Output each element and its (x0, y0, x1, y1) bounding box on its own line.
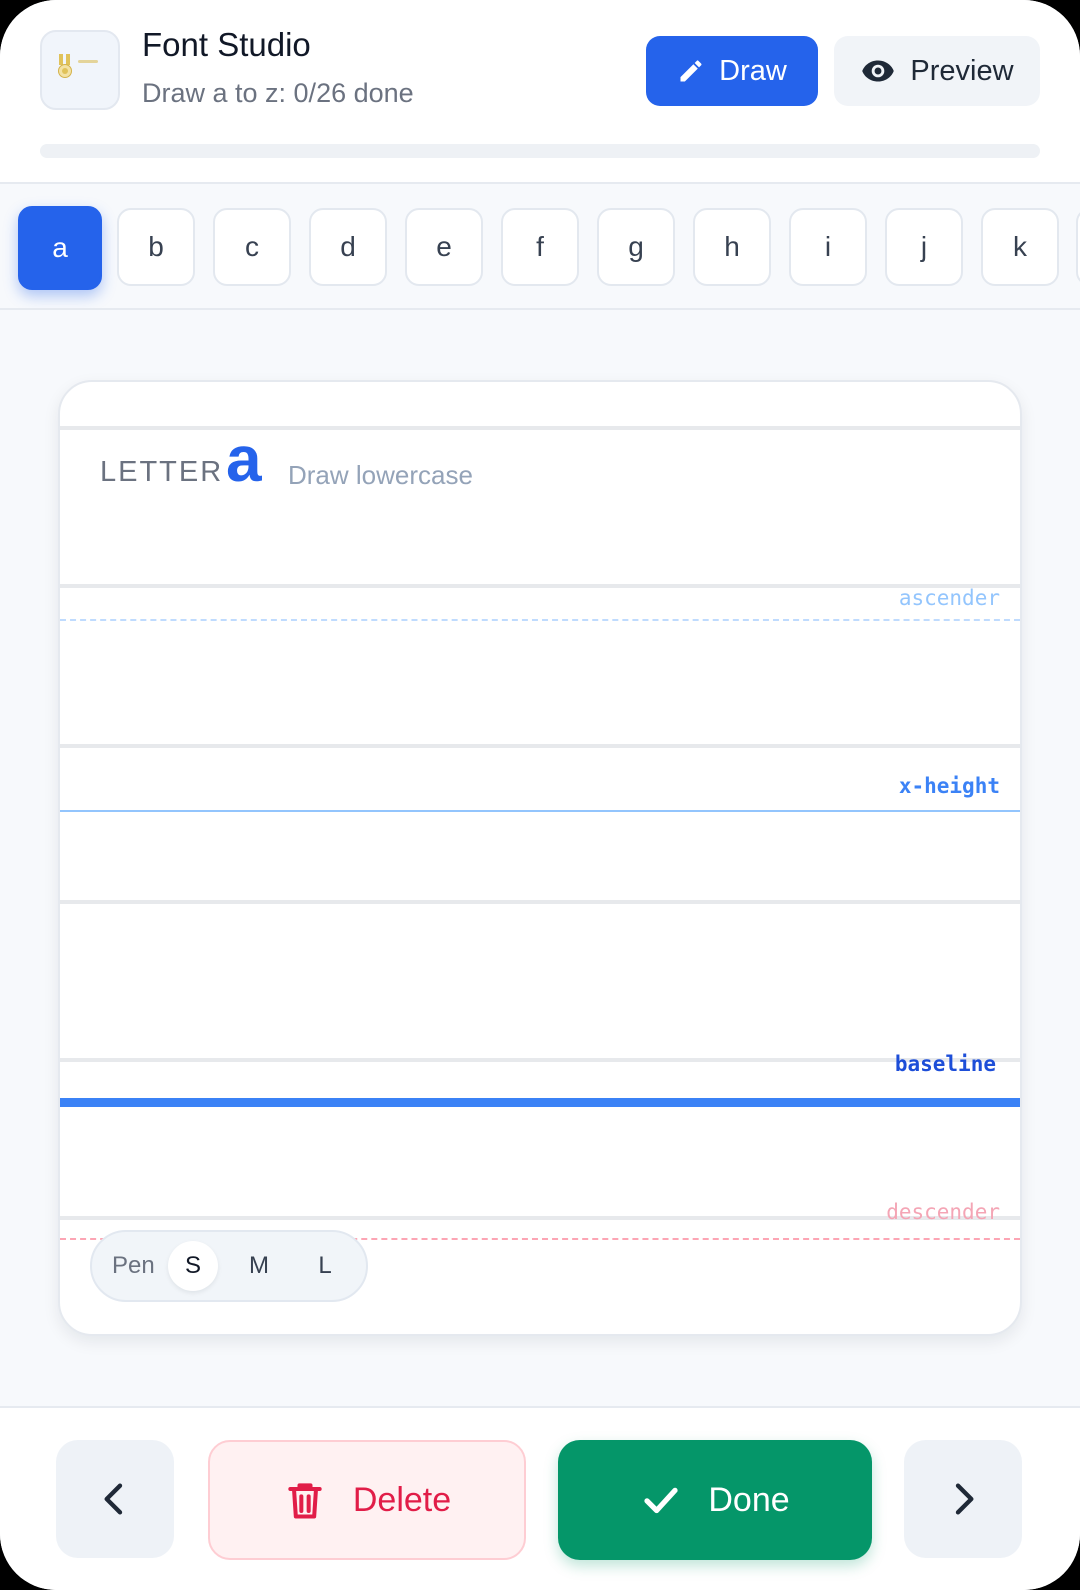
preview-button-label: Preview (910, 54, 1014, 87)
delete-button-label: Delete (352, 1480, 452, 1519)
letter-label: LETTER (100, 456, 224, 488)
chevron-right-icon (955, 1483, 974, 1515)
pen-size-medium[interactable]: M (234, 1241, 284, 1291)
font-studio-app: Font Studio Draw a to z: 0/26 done Draw … (0, 0, 1080, 1590)
letter-selector: abcdefghijk (0, 186, 1080, 310)
progress-bar (40, 144, 1040, 158)
trash-icon (288, 1483, 322, 1519)
ascender-line (60, 619, 1020, 621)
x-height-line (60, 810, 1020, 812)
letter-tab-g[interactable]: g (597, 208, 675, 286)
current-letter: a (226, 423, 262, 495)
app-title: Font Studio (142, 26, 311, 63)
header: Font Studio Draw a to z: 0/26 done Draw … (0, 0, 1080, 184)
letter-tab-j[interactable]: j (885, 208, 963, 286)
progress-subtitle: Draw a to z: 0/26 done (142, 78, 414, 108)
eye-icon (862, 60, 895, 82)
medal-icon (58, 54, 72, 78)
footer-toolbar: Delete Done (0, 1406, 1080, 1590)
letter-tab-d[interactable]: d (309, 208, 387, 286)
app-icon-detail (78, 60, 98, 63)
pen-size-small[interactable]: S (168, 1241, 218, 1291)
pencil-icon (680, 60, 702, 82)
pen-label: Pen (112, 1252, 155, 1279)
letter-tab-overflow[interactable] (1076, 208, 1080, 286)
letter-tab-f[interactable]: f (501, 208, 579, 286)
done-button-label: Done (708, 1480, 790, 1519)
pen-size-selector: Pen S M L (90, 1230, 368, 1302)
draw-button[interactable]: Draw (646, 36, 818, 106)
letter-tab-e[interactable]: e (405, 208, 483, 286)
letter-tab-a[interactable]: a (18, 206, 102, 290)
guide-band (60, 1058, 1020, 1062)
app-icon (40, 30, 120, 110)
previous-letter-button[interactable] (56, 1440, 174, 1558)
done-button[interactable]: Done (558, 1440, 872, 1560)
guide-band (60, 426, 1020, 430)
letter-tab-k[interactable]: k (981, 208, 1059, 286)
drawing-canvas[interactable]: LETTER a Draw lowercase ascender x-heigh… (58, 380, 1022, 1336)
x-height-label: x-height (898, 774, 1000, 798)
ascender-label: ascender (898, 586, 1000, 610)
draw-hint: Draw lowercase (288, 460, 473, 490)
guide-band (60, 584, 1020, 588)
guide-band (60, 1216, 1020, 1220)
letter-tab-h[interactable]: h (693, 208, 771, 286)
pen-size-large[interactable]: L (300, 1241, 350, 1291)
baseline-line (60, 1098, 1020, 1107)
letter-tab-b[interactable]: b (117, 208, 195, 286)
descender-label: descender (886, 1200, 1000, 1224)
baseline-label: baseline (894, 1052, 996, 1076)
preview-button[interactable]: Preview (834, 36, 1040, 106)
guide-band (60, 744, 1020, 748)
next-letter-button[interactable] (904, 1440, 1022, 1558)
chevron-left-icon (104, 1483, 123, 1515)
guide-band (60, 900, 1020, 904)
letter-tab-c[interactable]: c (213, 208, 291, 286)
check-icon (644, 1487, 678, 1514)
delete-button[interactable]: Delete (208, 1440, 526, 1560)
letter-tab-i[interactable]: i (789, 208, 867, 286)
draw-button-label: Draw (719, 54, 787, 87)
